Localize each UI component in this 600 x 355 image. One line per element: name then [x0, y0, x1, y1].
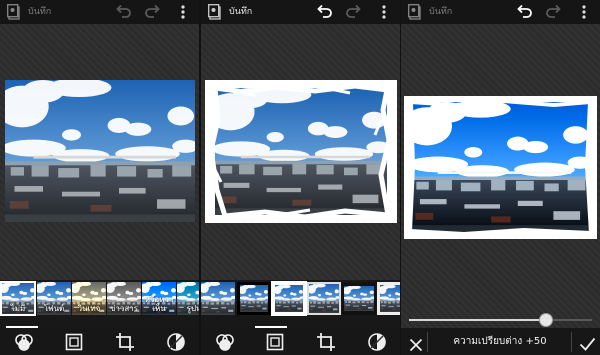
redo-icon[interactable] — [545, 3, 563, 21]
filter-label: ข่าวสาร — [109, 304, 139, 313]
filter-thumb[interactable]: หวือหวาเห็น — [142, 282, 176, 315]
top-bar: บันทึก — [0, 0, 199, 24]
undo-icon[interactable] — [114, 3, 132, 21]
menu-icon[interactable] — [577, 3, 591, 21]
menu-icon[interactable] — [176, 3, 190, 21]
crop-icon[interactable] — [316, 332, 336, 352]
close-icon[interactable] — [409, 338, 423, 352]
filter-label: หวือหวาเห็น — [144, 295, 174, 313]
adjust-icon[interactable] — [367, 332, 387, 352]
photo-preview — [5, 80, 195, 222]
undo-icon[interactable] — [515, 3, 533, 21]
adjust-icon[interactable] — [166, 332, 186, 352]
app-icon — [408, 4, 421, 20]
save-label[interactable]: บันทึก — [229, 5, 252, 19]
slider-knob[interactable] — [539, 313, 553, 327]
frame-thumb-selected[interactable] — [271, 281, 307, 316]
editor-panel-adjust: บันทึก ความเปรียบต่าง +50 — [401, 0, 600, 355]
photo-preview-framed — [205, 80, 397, 223]
app-icon — [7, 4, 20, 20]
redo-icon[interactable] — [144, 3, 162, 21]
slider-track-filled — [409, 319, 549, 321]
frame-thumb[interactable] — [377, 282, 400, 315]
filter-thumb[interactable]: ข่าวสาร — [107, 282, 141, 315]
editor-panel-effects: บันทึก ไม่มี โฟนต์ วินเทจ ข่าวสาร หวือหว… — [0, 0, 199, 355]
frame-icon[interactable] — [265, 332, 285, 352]
crop-icon[interactable] — [115, 332, 135, 352]
filter-strip: ไม่มี โฟนต์ วินเทจ ข่าวสาร หวือหวาเห็น ร… — [0, 280, 199, 328]
filter-label: วินเทจ — [77, 304, 101, 313]
filter-label: โฟนต์ — [43, 304, 65, 313]
filter-label: ไม่มี — [10, 304, 26, 313]
frame-icon[interactable] — [64, 332, 84, 352]
top-bar: บันทึก — [401, 0, 600, 24]
filter-thumb-none[interactable]: ไม่มี — [0, 281, 36, 316]
undo-icon[interactable] — [315, 3, 333, 21]
redo-icon[interactable] — [345, 3, 363, 21]
save-label[interactable]: บันทึก — [28, 5, 51, 19]
filter-thumb[interactable]: รูปห — [177, 282, 199, 315]
frame-strip — [201, 280, 400, 328]
frame-thumb[interactable] — [237, 282, 271, 315]
filter-thumb[interactable]: โฟนต์ — [37, 282, 71, 315]
save-label[interactable]: บันทึก — [429, 5, 452, 19]
contrast-value-label: ความเปรียบต่าง +50 — [453, 336, 547, 347]
check-icon[interactable] — [579, 336, 596, 352]
photo-preview-adjusted — [404, 96, 597, 239]
tool-bar — [0, 328, 199, 355]
top-bar: บันทึก — [201, 0, 400, 24]
frame-thumb[interactable] — [307, 282, 341, 315]
menu-icon[interactable] — [377, 3, 391, 21]
frame-thumb[interactable] — [201, 282, 235, 315]
effects-icon[interactable] — [215, 332, 235, 352]
contrast-slider[interactable] — [401, 300, 600, 328]
filter-thumb[interactable]: วินเทจ — [72, 282, 106, 315]
slider-track — [549, 319, 592, 321]
app-icon — [208, 4, 221, 20]
filter-label: รูปห — [186, 304, 199, 313]
effects-icon[interactable] — [14, 332, 34, 352]
editor-panel-frames: บันทึก — [201, 0, 400, 355]
frame-thumb[interactable] — [342, 282, 376, 315]
tool-bar — [201, 328, 400, 355]
